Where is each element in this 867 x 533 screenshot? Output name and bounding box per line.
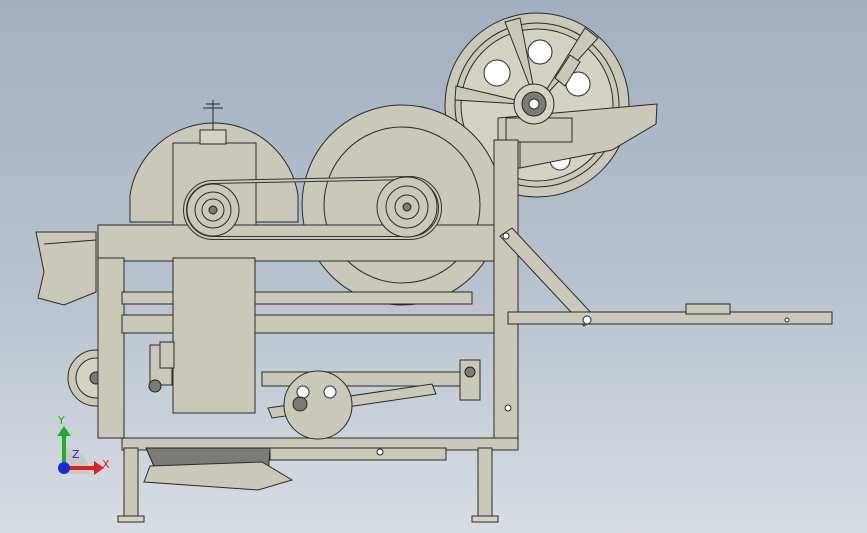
discharge-tray <box>143 447 447 491</box>
side-mechanism <box>148 341 175 393</box>
y-axis-arrow-head <box>57 426 71 436</box>
lower-linkage <box>261 359 481 440</box>
x-axis-label: X <box>102 458 110 471</box>
cad-viewport[interactable]: Y X Z <box>0 0 867 533</box>
y-axis-label: Y <box>57 414 65 427</box>
central-column <box>172 257 256 414</box>
z-axis-dot <box>58 462 70 474</box>
inlet-spout <box>35 231 97 306</box>
extension-arm <box>507 303 833 325</box>
z-axis-label: Z <box>72 448 80 461</box>
machine-drawing: Y X Z <box>35 12 833 523</box>
